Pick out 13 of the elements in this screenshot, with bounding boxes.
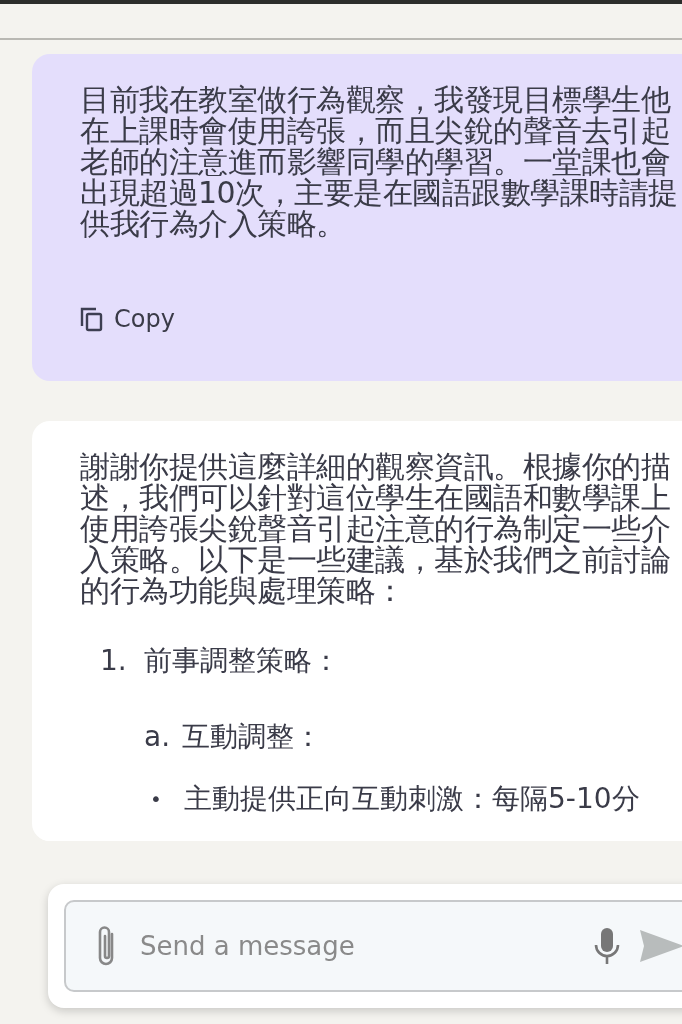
list-item-text: 主動提供正向互動刺激：每隔5-10分 [184,782,640,816]
bullet: • [150,786,163,813]
microphone-icon[interactable] [592,926,622,966]
message-text: 謝謝你提供這麼詳細的觀察資訊。根據你的描述，我們可以針對這位學生在國語和數學課上使用誇張尖銳聲音引起注意的行為制定一些介入策略。以下是一些建議，基於我們之前討論的行為功能與處理策略： [80,451,671,606]
send-icon[interactable] [640,928,682,964]
list-item-text: 互動調整： [182,720,322,754]
message-text: 目前我在教室做行為觀察，我發現目標學生他在上課時會使用誇張，而且尖銳的聲音去引起老師的注意進而影響同學的學習。一堂課也會出現超過10次，主要是在國語跟數學課時請提供我行為介入策略。 [80,84,679,239]
copy-icon [80,306,104,332]
list-item-text: 前事調整策略： [144,644,340,678]
message-input-field[interactable]: Send a message [138,930,574,962]
list-number: 1. [100,644,128,678]
copy-button[interactable]: Copy [80,305,175,333]
list-letter: a. [144,720,172,754]
